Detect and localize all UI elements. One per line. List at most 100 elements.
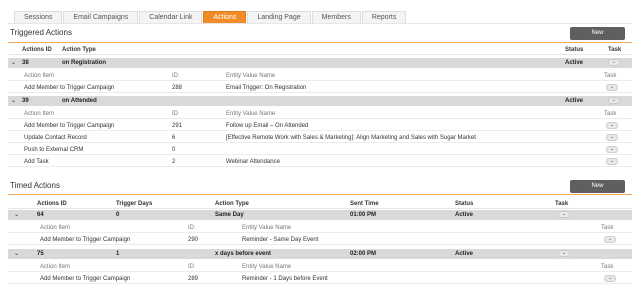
task-dropdown-icon[interactable]: ⌄	[604, 236, 616, 243]
action-item-id: 288	[172, 85, 183, 91]
entity-value: Reminder - Same Day Event	[242, 237, 319, 243]
triggered-sub-header: Action Item ID Entity Value Name Task	[8, 109, 632, 119]
entity-value: Reminder - 1 Days before Event	[242, 276, 328, 282]
col-action-type: Action Type	[215, 201, 249, 207]
sub-col-id: ID	[172, 73, 178, 79]
action-item-id: 291	[172, 123, 183, 129]
sub-col-task: Task	[601, 225, 614, 231]
sub-col-task: Task	[601, 264, 614, 270]
table-row: Add Member to Trigger Campaign 290 Remin…	[8, 235, 632, 245]
triggered-group-row[interactable]: ⌄ 39 on Attended Active ⌄	[8, 96, 632, 106]
sub-col-action-item: Action Item	[40, 264, 71, 270]
col-status: Status	[565, 47, 584, 53]
entity-value: Email Trigger: On Registration	[226, 85, 307, 91]
timed-group-row[interactable]: ⌄ 75 1 x days before event 02:00 PM Acti…	[8, 249, 632, 259]
col-status: Status	[455, 201, 474, 207]
action-item: Add Member to Trigger Campaign	[40, 276, 131, 282]
action-item: Add Member to Trigger Campaign	[40, 237, 131, 243]
triggered-group-row[interactable]: ⌄ 38 on Registration Active ⌄	[8, 58, 632, 68]
group-status: Active	[455, 212, 474, 218]
task-dropdown-icon[interactable]: ⌄	[606, 158, 618, 165]
sub-col-action-item: Action Item	[40, 225, 71, 231]
task-dropdown-icon[interactable]: ⌄	[608, 97, 620, 104]
timed-sub-header: Action Item ID Entity Value Name Task	[8, 262, 632, 272]
entity-value: Follow up Email – On Attended	[226, 123, 309, 129]
col-actions-id: Actions ID	[37, 201, 67, 207]
action-item: Push to External CRM	[24, 147, 84, 153]
col-trigger-days: Trigger Days	[116, 201, 153, 207]
group-sent-time: 01:00 PM	[350, 212, 377, 218]
group-action-id: 75	[37, 251, 44, 257]
task-dropdown-icon[interactable]: ⌄	[606, 122, 618, 129]
tab-actions[interactable]: Actions	[203, 11, 247, 23]
action-item: Add Member to Trigger Campaign	[24, 123, 115, 129]
tab-members[interactable]: Members	[311, 11, 361, 23]
group-action-type: x days before event	[215, 251, 272, 257]
action-item-id: 2	[172, 159, 176, 165]
timed-group-row[interactable]: ⌄ 64 0 Same Day 01:00 PM Active ⌄	[8, 210, 632, 220]
action-item: Add Task	[24, 159, 49, 165]
col-task: Task	[608, 47, 622, 53]
sub-col-entity: Entity Value Name	[242, 264, 292, 270]
group-action-id: 38	[22, 60, 29, 66]
group-sent-time: 02:00 PM	[350, 251, 377, 257]
group-action-id: 39	[22, 98, 29, 104]
timed-new-button[interactable]: New	[570, 180, 625, 193]
task-dropdown-icon[interactable]: ⌄	[606, 146, 618, 153]
tab-bar: Sessions Email Campaigns Calendar Link A…	[14, 11, 407, 23]
sub-col-action-item: Action Item	[24, 111, 55, 117]
chevron-down-icon[interactable]: ⌄	[14, 210, 19, 220]
task-dropdown-icon[interactable]: ⌄	[606, 134, 618, 141]
tab-calendar-link[interactable]: Calendar Link	[139, 11, 203, 23]
tab-email-campaigns[interactable]: Email Campaigns	[63, 11, 139, 23]
task-dropdown-icon[interactable]: ⌄	[604, 275, 616, 282]
group-action-type: on Attended	[62, 98, 97, 104]
tab-divider	[8, 23, 632, 24]
timed-sub-header: Action Item ID Entity Value Name Task	[8, 223, 632, 233]
group-action-type: on Registration	[62, 60, 107, 66]
sub-col-entity: Entity Value Name	[226, 73, 276, 79]
col-sent-time: Sent Time	[350, 201, 379, 207]
triggered-sub-header: Action Item ID Entity Value Name Task	[8, 71, 632, 81]
table-row: Add Member to Trigger Campaign 288 Email…	[8, 83, 632, 93]
group-trigger-days: 1	[116, 251, 120, 257]
chevron-down-icon[interactable]: ⌄	[11, 96, 16, 106]
tab-reports[interactable]: Reports	[361, 11, 407, 23]
group-status: Active	[565, 98, 584, 104]
col-task: Task	[555, 201, 569, 207]
group-trigger-days: 0	[116, 212, 120, 218]
chevron-down-icon[interactable]: ⌄	[11, 58, 16, 68]
task-dropdown-icon[interactable]: ⌄	[608, 59, 620, 66]
tab-landing-page[interactable]: Landing Page	[247, 11, 311, 23]
col-actions-id: Actions ID	[22, 47, 52, 53]
tab-sessions[interactable]: Sessions	[14, 11, 63, 23]
task-dropdown-icon[interactable]: ⌄	[558, 211, 570, 218]
entity-value: [Effective Remote Work with Sales & Mark…	[226, 135, 476, 141]
sub-col-id: ID	[172, 111, 178, 117]
task-dropdown-icon[interactable]: ⌄	[606, 84, 618, 91]
table-row: Update Contact Record 6 [Effective Remot…	[8, 133, 632, 143]
table-row: Add Member to Trigger Campaign 289 Remin…	[8, 274, 632, 284]
action-item: Update Contact Record	[24, 135, 87, 141]
triggered-new-button[interactable]: New	[570, 27, 625, 40]
action-item-id: 289	[188, 276, 199, 282]
sub-col-id: ID	[188, 264, 194, 270]
sub-col-task: Task	[604, 111, 617, 117]
table-row: Push to External CRM 0 ⌄	[8, 145, 632, 155]
action-item-id: 6	[172, 135, 176, 141]
chevron-down-icon[interactable]: ⌄	[14, 249, 19, 259]
triggered-actions-title: Triggered Actions	[10, 28, 72, 37]
group-status: Active	[565, 60, 584, 66]
sub-col-entity: Entity Value Name	[242, 225, 292, 231]
entity-value: Webinar Attendance	[226, 159, 280, 165]
triggered-divider	[8, 42, 632, 43]
sub-col-task: Task	[604, 73, 617, 79]
action-item-id: 290	[188, 237, 199, 243]
timed-actions-title: Timed Actions	[10, 181, 60, 190]
group-action-id: 64	[37, 212, 44, 218]
action-item: Add Member to Trigger Campaign	[24, 85, 115, 91]
col-action-type: Action Type	[62, 47, 96, 53]
sub-col-action-item: Action Item	[24, 73, 55, 79]
timed-divider	[8, 194, 632, 195]
task-dropdown-icon[interactable]: ⌄	[558, 250, 570, 257]
